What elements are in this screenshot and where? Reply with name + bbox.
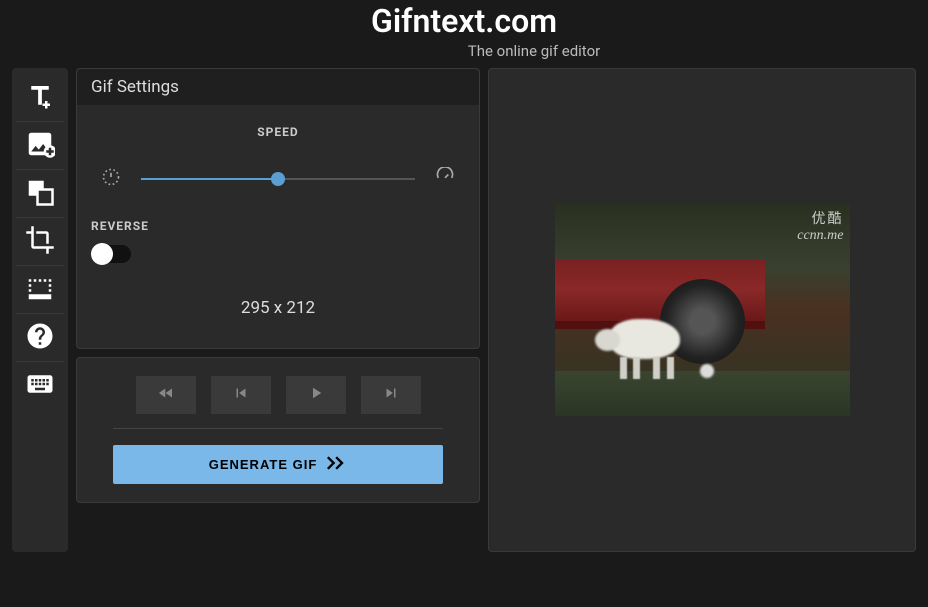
- help-icon: [25, 321, 55, 355]
- speed-slider[interactable]: [141, 178, 415, 180]
- chevrons-right-icon: [327, 456, 347, 473]
- preview-panel: 优酷 ccnn.me: [488, 68, 916, 552]
- app-header: Gifntext.com The online gif editor: [0, 0, 928, 68]
- watermark: 优酷 ccnn.me: [797, 208, 843, 244]
- generate-gif-button[interactable]: GENERATE GIF: [113, 445, 442, 484]
- panel-title: Gif Settings: [77, 69, 479, 105]
- app-logo: Gifntext.com: [0, 2, 928, 40]
- controls-panel: GENERATE GIF: [76, 357, 480, 503]
- dimensions-text: 295 x 212: [91, 298, 465, 318]
- keyboard-button[interactable]: [16, 362, 64, 410]
- fast-icon: [435, 167, 455, 191]
- help-button[interactable]: [16, 314, 64, 362]
- next-frame-button[interactable]: [361, 376, 421, 414]
- watermark-url: ccnn.me: [797, 228, 843, 244]
- gif-settings-panel: Gif Settings SPEED REVERSE: [76, 68, 480, 349]
- prev-frame-button[interactable]: [211, 376, 271, 414]
- prev-frame-icon: [232, 384, 250, 406]
- app-tagline: The online gif editor: [0, 42, 928, 60]
- crop-icon: [25, 225, 55, 259]
- reverse-toggle[interactable]: [91, 245, 131, 263]
- playback-row: [95, 376, 461, 414]
- image-add-icon: [25, 129, 55, 163]
- shapes-icon: [25, 177, 55, 211]
- frames-icon: [25, 273, 55, 307]
- speed-label: SPEED: [91, 125, 465, 139]
- main-container: Gif Settings SPEED REVERSE: [0, 68, 928, 552]
- text-add-icon: [25, 81, 55, 115]
- left-column: Gif Settings SPEED REVERSE: [76, 68, 480, 552]
- crop-button[interactable]: [16, 218, 64, 266]
- play-button[interactable]: [286, 376, 346, 414]
- left-toolbar: [12, 68, 68, 552]
- watermark-chinese: 优酷: [797, 208, 843, 228]
- frames-button[interactable]: [16, 266, 64, 314]
- keyboard-icon: [25, 369, 55, 403]
- add-text-button[interactable]: [16, 74, 64, 122]
- next-frame-icon: [382, 384, 400, 406]
- slow-icon: [101, 167, 121, 191]
- rewind-button[interactable]: [136, 376, 196, 414]
- gif-preview[interactable]: 优酷 ccnn.me: [555, 204, 850, 416]
- speed-slider-row: [91, 167, 465, 191]
- generate-label: GENERATE GIF: [209, 457, 318, 472]
- play-icon: [307, 384, 325, 406]
- rewind-icon: [157, 384, 175, 406]
- reverse-label: REVERSE: [91, 219, 465, 233]
- shapes-button[interactable]: [16, 170, 64, 218]
- add-image-button[interactable]: [16, 122, 64, 170]
